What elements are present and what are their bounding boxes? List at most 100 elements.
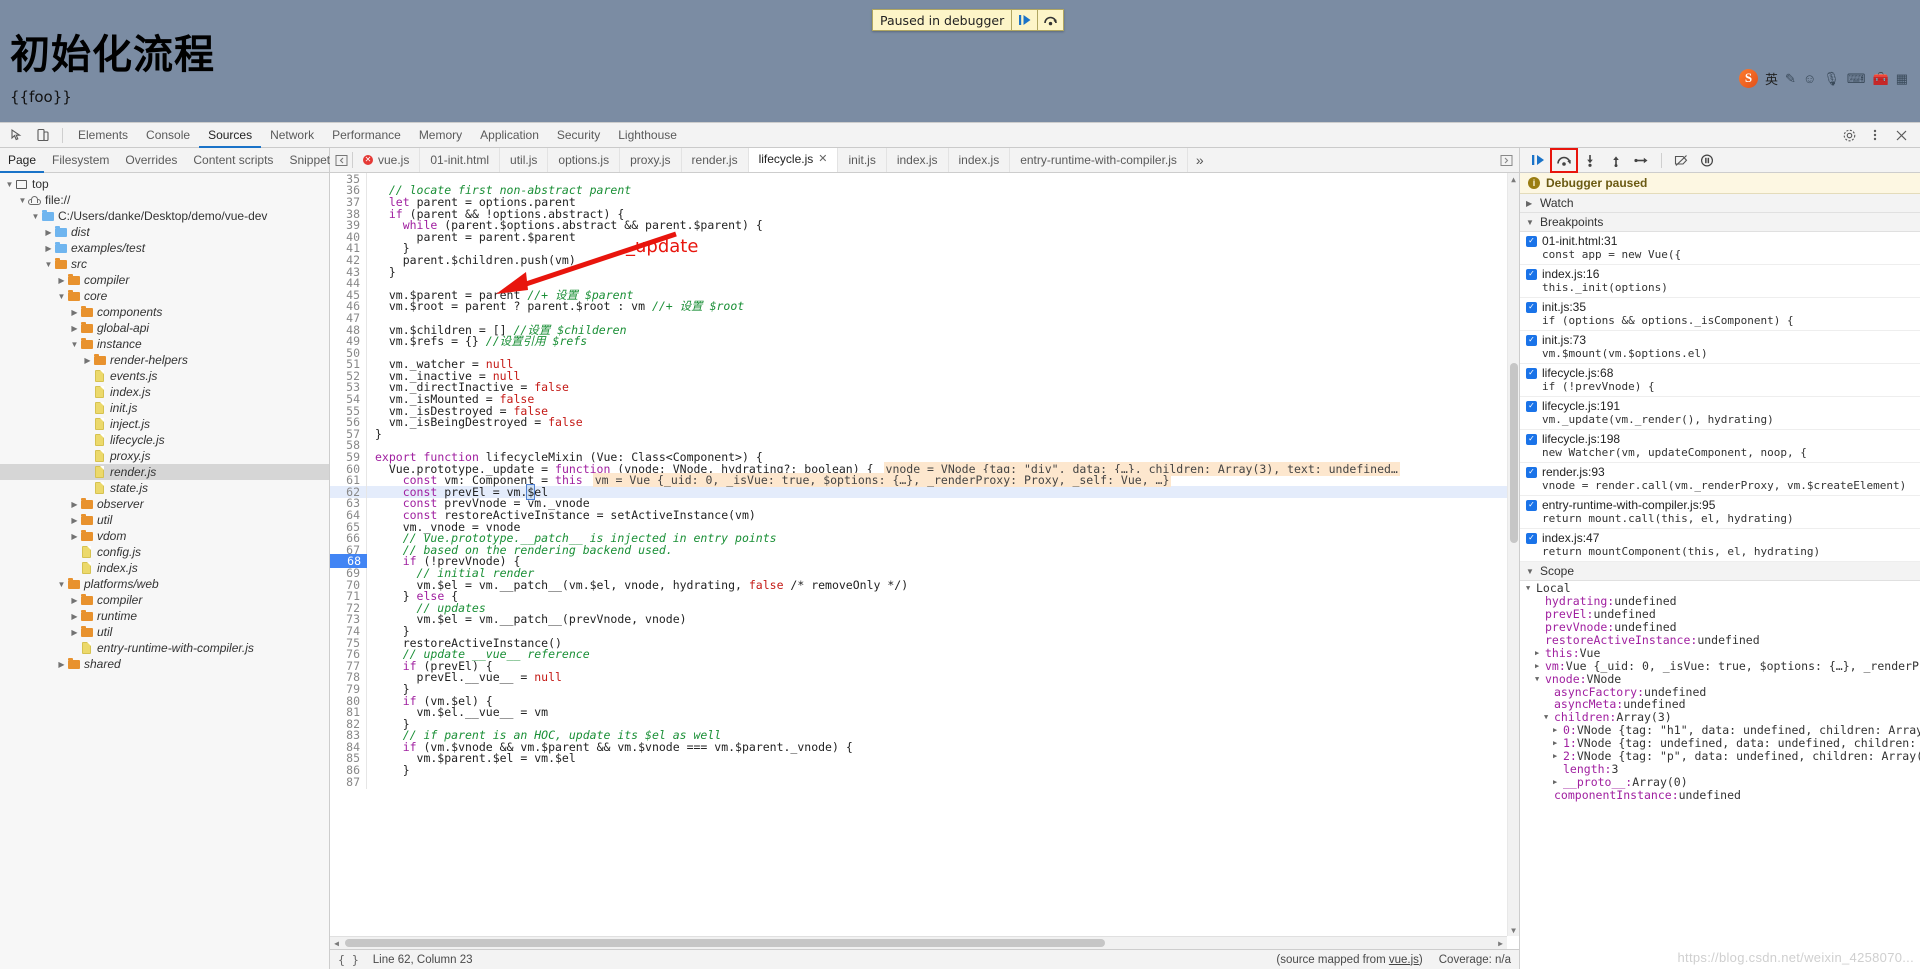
panel-tab-memory[interactable]: Memory (410, 123, 471, 148)
scope-entry[interactable]: ▶asyncFactory: undefined (1520, 685, 1920, 699)
tree-item-c-users-danke-desktop-demo-vue-dev[interactable]: ▼ C:/Users/danke/Desktop/demo/vue-dev (0, 208, 329, 224)
watch-section-header[interactable]: ▶ Watch (1520, 194, 1920, 213)
scroll-left-arrow-icon[interactable]: ◀ (330, 937, 343, 950)
chevron-right-icon[interactable]: ▶ (1553, 726, 1563, 734)
chevron-right-icon[interactable]: ▶ (69, 595, 80, 606)
tree-item-init-js[interactable]: init.js (0, 400, 329, 416)
tree-item-entry-runtime-with-compiler-js[interactable]: entry-runtime-with-compiler.js (0, 640, 329, 656)
chevron-right-icon[interactable]: ▶ (1535, 649, 1545, 657)
scope-entry[interactable]: ▶asyncMeta: undefined (1520, 697, 1920, 711)
editor-tab-entry-runtime-with-compiler-js[interactable]: entry-runtime-with-compiler.js (1010, 148, 1188, 172)
pause-on-exceptions-button[interactable] (1695, 150, 1719, 171)
breakpoint-checkbox[interactable]: ✓ (1526, 367, 1537, 379)
breakpoint-item[interactable]: ✓ init.js:35 if (options && options._isCom… (1520, 298, 1920, 331)
chevron-right-icon[interactable]: ▶ (69, 515, 80, 526)
editor-tab-lifecycle-js[interactable]: lifecycle.js ✕ (748, 148, 839, 172)
inspect-element-icon[interactable] (4, 124, 30, 147)
close-icon[interactable]: ✕ (818, 148, 827, 172)
breakpoints-section-header[interactable]: ▼ Breakpoints (1520, 213, 1920, 232)
scroll-right-arrow-icon[interactable]: ▶ (1494, 937, 1507, 950)
chevron-right-icon[interactable]: ▶ (69, 323, 80, 334)
banner-resume-button[interactable] (1011, 10, 1037, 30)
toolbox-icon[interactable]: 🧰 (1873, 72, 1889, 85)
tree-item-platforms-web[interactable]: ▼ platforms/web (0, 576, 329, 592)
scope-entry[interactable]: ▶ vm: Vue {_uid: 0, _isVue: true, $option… (1520, 659, 1920, 673)
resume-script-execution-button[interactable] (1526, 150, 1550, 171)
deactivate-breakpoints-button[interactable] (1669, 150, 1693, 171)
breakpoints-list[interactable]: ✓ 01-init.html:31 const app = new Vue({ ✓ in… (1520, 232, 1920, 562)
chevron-right-icon[interactable]: ▶ (82, 355, 93, 366)
breakpoint-item[interactable]: ✓ index.js:47 return mountComponent(this, … (1520, 529, 1920, 562)
file-tree[interactable]: ▼ top ▼ file:// ▼ C:/Users/danke/Desktop/demo… (0, 173, 329, 969)
breakpoint-item[interactable]: ✓ 01-init.html:31 const app = new Vue({ (1520, 232, 1920, 265)
chevron-right-icon[interactable]: ▶ (1535, 662, 1545, 670)
scope-entry[interactable]: ▼ vnode: VNode (1520, 672, 1920, 686)
editor-tab-vue-js[interactable]: ✕ vue.js (353, 148, 421, 172)
panel-tab-lighthouse[interactable]: Lighthouse (609, 123, 686, 148)
chevron-down-icon[interactable]: ▼ (17, 195, 28, 206)
tree-item-examples-test[interactable]: ▶ examples/test (0, 240, 329, 256)
editor-tab-index-js[interactable]: index.js (887, 148, 949, 172)
ime-toolbar[interactable]: S 英 ✎ ☺ 🎙 ⌨ 🧰 ▦ (1735, 65, 1912, 91)
chevron-down-icon[interactable]: ▼ (1544, 713, 1554, 721)
more-vertical-icon[interactable] (1862, 124, 1888, 147)
code-horizontal-scrollbar[interactable]: ◀ ▶ (330, 936, 1507, 949)
mic-icon[interactable]: 🎙 (1823, 72, 1840, 85)
breakpoint-checkbox[interactable]: ✓ (1526, 466, 1537, 478)
pencil-icon[interactable]: ✎ (1785, 72, 1796, 85)
keyboard-icon[interactable]: ⌨ (1847, 72, 1866, 85)
step-button[interactable] (1630, 150, 1654, 171)
tree-item-global-api[interactable]: ▶ global-api (0, 320, 329, 336)
breakpoint-checkbox[interactable]: ✓ (1526, 433, 1537, 445)
step-out-of-current-function-button[interactable] (1604, 150, 1628, 171)
editor-tab-util-js[interactable]: util.js (500, 148, 549, 172)
chevron-down-icon[interactable]: ▼ (1535, 675, 1545, 683)
tree-item-vdom[interactable]: ▶ vdom (0, 528, 329, 544)
scope-local-header[interactable]: ▼ Local (1520, 581, 1920, 595)
tree-item-config-js[interactable]: config.js (0, 544, 329, 560)
tree-item-observer[interactable]: ▶ observer (0, 496, 329, 512)
tree-item-events-js[interactable]: events.js (0, 368, 329, 384)
tree-item-compiler[interactable]: ▶ compiler (0, 592, 329, 608)
navigator-tab-filesystem[interactable]: Filesystem (44, 148, 117, 173)
panel-tab-sources[interactable]: Sources (199, 123, 262, 148)
navigator-tab-page[interactable]: Page (0, 148, 45, 173)
panel-tab-console[interactable]: Console (137, 123, 199, 148)
tree-item-state-js[interactable]: state.js (0, 480, 329, 496)
apps-icon[interactable]: ▦ (1896, 72, 1908, 85)
breakpoint-checkbox[interactable]: ✓ (1526, 532, 1537, 544)
chevron-right-icon[interactable]: ▶ (56, 659, 67, 670)
breakpoint-checkbox[interactable]: ✓ (1526, 400, 1537, 412)
more-tabs-icon[interactable]: » (1188, 152, 1212, 168)
horizontal-scroll-thumb[interactable] (345, 939, 1105, 947)
scope-entry[interactable]: ▶ __proto__: Array(0) (1520, 775, 1920, 789)
pretty-print-icon[interactable]: { } (338, 953, 359, 967)
scope-entry[interactable]: ▶componentInstance: undefined (1520, 788, 1920, 802)
scope-entry[interactable]: ▶prevEl: undefined (1520, 607, 1920, 621)
ime-mode-label[interactable]: 英 (1765, 69, 1778, 88)
tree-item-components[interactable]: ▶ components (0, 304, 329, 320)
device-toolbar-icon[interactable] (30, 124, 56, 147)
editor-tab-proxy-js[interactable]: proxy.js (620, 148, 682, 172)
scope-entry[interactable]: ▶ 1: VNode {tag: undefined, data: undefin… (1520, 736, 1920, 750)
scope-entry[interactable]: ▶length: 3 (1520, 762, 1920, 776)
tree-item-render-js[interactable]: render.js (0, 464, 329, 480)
scope-entry[interactable]: ▶ 2: VNode {tag: "p", data: undefined, ch… (1520, 749, 1920, 763)
chevron-right-icon[interactable]: ▶ (43, 243, 54, 254)
code-vertical-scrollbar[interactable]: ▲ ▼ (1507, 173, 1519, 936)
chevron-down-icon[interactable]: ▼ (69, 339, 80, 350)
source-map-link[interactable]: vue.js (1389, 954, 1419, 966)
breakpoint-item[interactable]: ✓ init.js:73 vm.$mount(vm.$options.el) (1520, 331, 1920, 364)
step-over-next-function-call-button[interactable] (1550, 147, 1578, 173)
line-number[interactable]: 87 (330, 774, 367, 789)
tree-item-instance[interactable]: ▼ instance (0, 336, 329, 352)
scope-tree[interactable]: ▼Local▶hydrating: undefined▶prevEl: unde… (1520, 581, 1920, 969)
code-editor[interactable]: 35 36 // locate first non-abstract parent… (330, 173, 1519, 949)
panel-tab-network[interactable]: Network (261, 123, 323, 148)
panel-tab-security[interactable]: Security (548, 123, 609, 148)
tree-item-util[interactable]: ▶ util (0, 624, 329, 640)
vertical-scroll-thumb[interactable] (1510, 363, 1518, 543)
tree-item-proxy-js[interactable]: proxy.js (0, 448, 329, 464)
tree-item-file-[interactable]: ▼ file:// (0, 192, 329, 208)
tree-item-util[interactable]: ▶ util (0, 512, 329, 528)
